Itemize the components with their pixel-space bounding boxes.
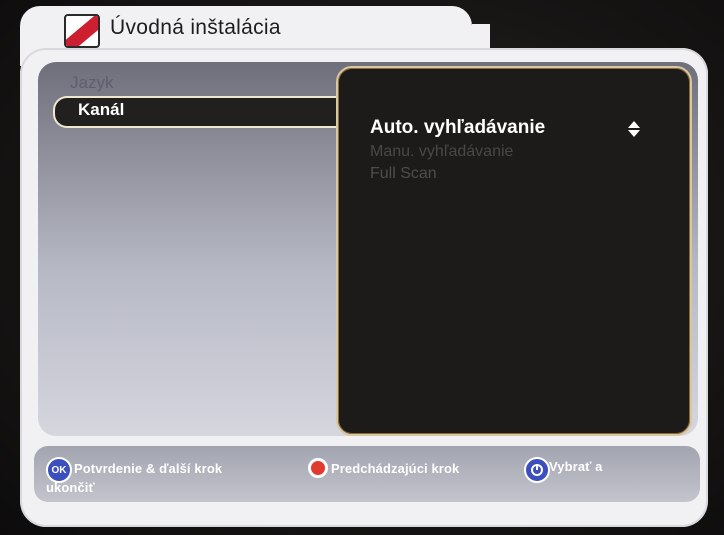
menu-item-jazyk[interactable]: Jazyk <box>70 73 113 93</box>
red-button-icon <box>308 458 328 478</box>
submenu-option-full-scan[interactable]: Full Scan <box>370 165 437 183</box>
footer-exit-label: Vybrať a <box>549 459 603 474</box>
exit-button-icon <box>524 457 550 483</box>
footer-back-label: Predchádzajúci krok <box>331 461 460 476</box>
footer-exit-label-continued: ukončiť <box>46 480 95 495</box>
submenu-option-manual-scan[interactable]: Manu. vyhľadávanie <box>370 143 513 161</box>
up-down-arrows-icon <box>628 121 640 137</box>
brand-logo-icon <box>64 14 100 48</box>
page-title: Úvodná inštalácia <box>110 16 281 39</box>
menu-item-kanal[interactable]: Kanál <box>78 100 124 120</box>
footer-ok-label: Potvrdenie & ďalší krok <box>74 461 223 476</box>
submenu-option-auto-scan[interactable]: Auto. vyhľadávanie <box>370 117 545 139</box>
